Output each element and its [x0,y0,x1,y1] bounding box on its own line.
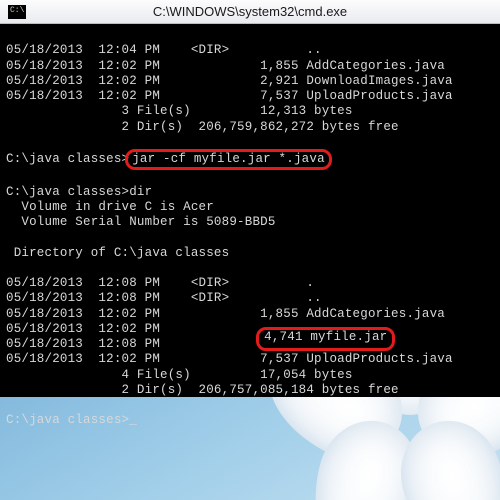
console-area[interactable]: 05/18/2013 12:04 PM <DIR> ..05/18/2013 1… [0,24,500,397]
dir-summary: 2 Dir(s) 206,757,085,184 bytes free [6,383,494,398]
dir-entry: 05/18/2013 12:02 PM 1,855 AddCategories.… [6,307,494,322]
dir-summary: 4 File(s) 17,054 bytes [6,368,494,383]
highlight-jar-output: 4,741 myfile.jar [256,327,395,351]
title-bar[interactable]: C:\ C:\WINDOWS\system32\cmd.exe [0,0,500,24]
cursor: _ [129,413,137,427]
cmd-icon: C:\ [8,5,26,19]
dir-entry: 05/18/2013 12:02 PM 2,921 DownloadImages… [6,74,494,89]
prompt-line: C:\java classes>dir [6,185,494,200]
dir-summary: 3 File(s) 12,313 bytes [6,104,494,119]
volume-line: Volume in drive C is Acer [6,200,494,215]
dir-entry: 05/18/2013 12:08 PM <DIR> .. [6,291,494,306]
dir-entry: 05/18/2013 12:04 PM <DIR> .. [6,43,494,58]
dir-entry: 05/18/2013 12:02 PM 7,537 UploadProducts… [6,352,494,367]
dir-entry: 05/18/2013 12:02 PM 1,855 AddCategories.… [6,59,494,74]
serial-line: Volume Serial Number is 5089-BBD5 [6,215,494,230]
dir-entry: 05/18/2013 12:02 PM 2,921 DownloadImages… [6,322,494,337]
cmd-window[interactable]: C:\ C:\WINDOWS\system32\cmd.exe 05/18/20… [0,0,500,397]
highlight-jar-command: jar -cf myfile.jar *.java [125,149,332,170]
dir-entry: 05/18/2013 12:02 PM 7,537 UploadProducts… [6,89,494,104]
dir-entry: 05/18/2013 12:08 PM <DIR> . [6,276,494,291]
window-title: C:\WINDOWS\system32\cmd.exe [153,4,347,19]
dir-summary: 2 Dir(s) 206,759,862,272 bytes free [6,120,494,135]
dir-entry: 05/18/2013 12:08 PM [6,337,494,352]
prompt-line: C:\java classes>jar -cf myfile.jar *.jav… [6,150,494,169]
prompt-line[interactable]: C:\java classes>_ [6,413,494,428]
dir-of-line: Directory of C:\java classes [6,246,494,261]
